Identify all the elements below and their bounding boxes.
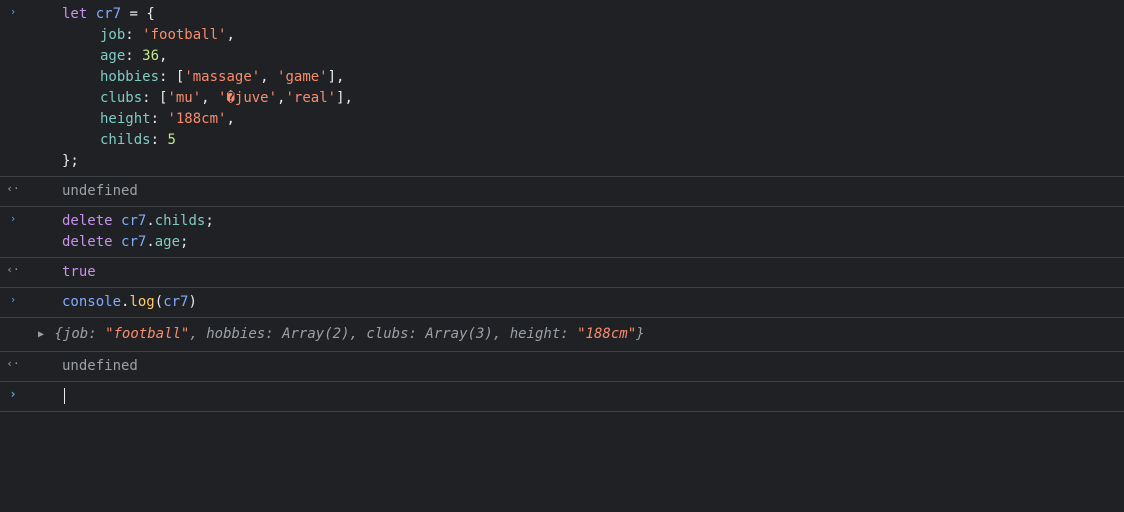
keyword-delete: delete bbox=[62, 213, 113, 229]
code-line: job: 'football', bbox=[24, 25, 1124, 46]
variable: cr7 bbox=[163, 294, 188, 310]
number-value: 5 bbox=[167, 132, 175, 148]
input-chevron-icon: › bbox=[6, 293, 20, 307]
object-preview: {job: "football", hobbies: Array(2), clu… bbox=[54, 326, 644, 342]
prop-key: clubs bbox=[100, 90, 142, 106]
console-log-result[interactable]: ▶ {job: "football", hobbies: Array(2), c… bbox=[0, 318, 1124, 352]
console-output-entry: ‹· undefined bbox=[0, 352, 1124, 382]
close-brace: }; bbox=[62, 153, 79, 169]
output-chevron-icon: ‹· bbox=[6, 182, 20, 196]
code-line: let cr7 = { bbox=[24, 4, 1124, 25]
string-value: 'football' bbox=[142, 27, 226, 43]
variable: console bbox=[62, 294, 121, 310]
variable: cr7 bbox=[121, 234, 146, 250]
prop-key: age bbox=[155, 234, 180, 250]
keyword-let: let bbox=[62, 6, 87, 22]
code-line: age: 36, bbox=[24, 46, 1124, 67]
prop-key: age bbox=[100, 48, 125, 64]
console-prompt[interactable]: › bbox=[0, 382, 1124, 412]
prop-key: childs bbox=[155, 213, 206, 229]
console-input-entry[interactable]: › console.log(cr7) bbox=[0, 288, 1124, 318]
cursor bbox=[64, 388, 65, 404]
prop-key: height bbox=[100, 111, 151, 127]
prompt-chevron-icon: › bbox=[6, 387, 20, 401]
prop-key: childs bbox=[100, 132, 151, 148]
variable: cr7 bbox=[121, 213, 146, 229]
console-output-entry: ‹· undefined bbox=[0, 177, 1124, 207]
undefined-value: undefined bbox=[62, 358, 138, 374]
variable: cr7 bbox=[96, 6, 121, 22]
output-chevron-icon: ‹· bbox=[6, 263, 20, 277]
console-input-entry[interactable]: › delete cr7.childs; delete cr7.age; bbox=[0, 207, 1124, 258]
console-input-entry[interactable]: › let cr7 = { job: 'football', age: 36, … bbox=[0, 0, 1124, 177]
code-line: hobbies: ['massage', 'game'], bbox=[24, 67, 1124, 88]
string-value: '�juve' bbox=[218, 90, 277, 106]
code-line: console.log(cr7) bbox=[24, 292, 1124, 313]
string-value: 'game' bbox=[277, 69, 328, 85]
prop-key: hobbies bbox=[100, 69, 159, 85]
expand-arrow-icon[interactable]: ▶ bbox=[38, 327, 44, 342]
string-value: 'real' bbox=[285, 90, 336, 106]
input-chevron-icon: › bbox=[6, 5, 20, 19]
code-line: delete cr7.age; bbox=[24, 232, 1124, 253]
brace: = { bbox=[121, 6, 155, 22]
code-line: clubs: ['mu', '�juve','real'], bbox=[24, 88, 1124, 109]
string-value: '188cm' bbox=[167, 111, 226, 127]
input-chevron-icon: › bbox=[6, 212, 20, 226]
output-chevron-icon: ‹· bbox=[6, 357, 20, 371]
console-output-entry: ‹· true bbox=[0, 258, 1124, 288]
code-line: }; bbox=[24, 151, 1124, 172]
number-value: 36 bbox=[142, 48, 159, 64]
true-value: true bbox=[62, 264, 96, 280]
keyword-delete: delete bbox=[62, 234, 113, 250]
code-line: height: '188cm', bbox=[24, 109, 1124, 130]
string-value: 'massage' bbox=[184, 69, 260, 85]
code-line: delete cr7.childs; bbox=[24, 211, 1124, 232]
code-line: childs: 5 bbox=[24, 130, 1124, 151]
method-call: log bbox=[129, 294, 154, 310]
undefined-value: undefined bbox=[62, 183, 138, 199]
string-value: 'mu' bbox=[167, 90, 201, 106]
prop-key: job bbox=[100, 27, 125, 43]
